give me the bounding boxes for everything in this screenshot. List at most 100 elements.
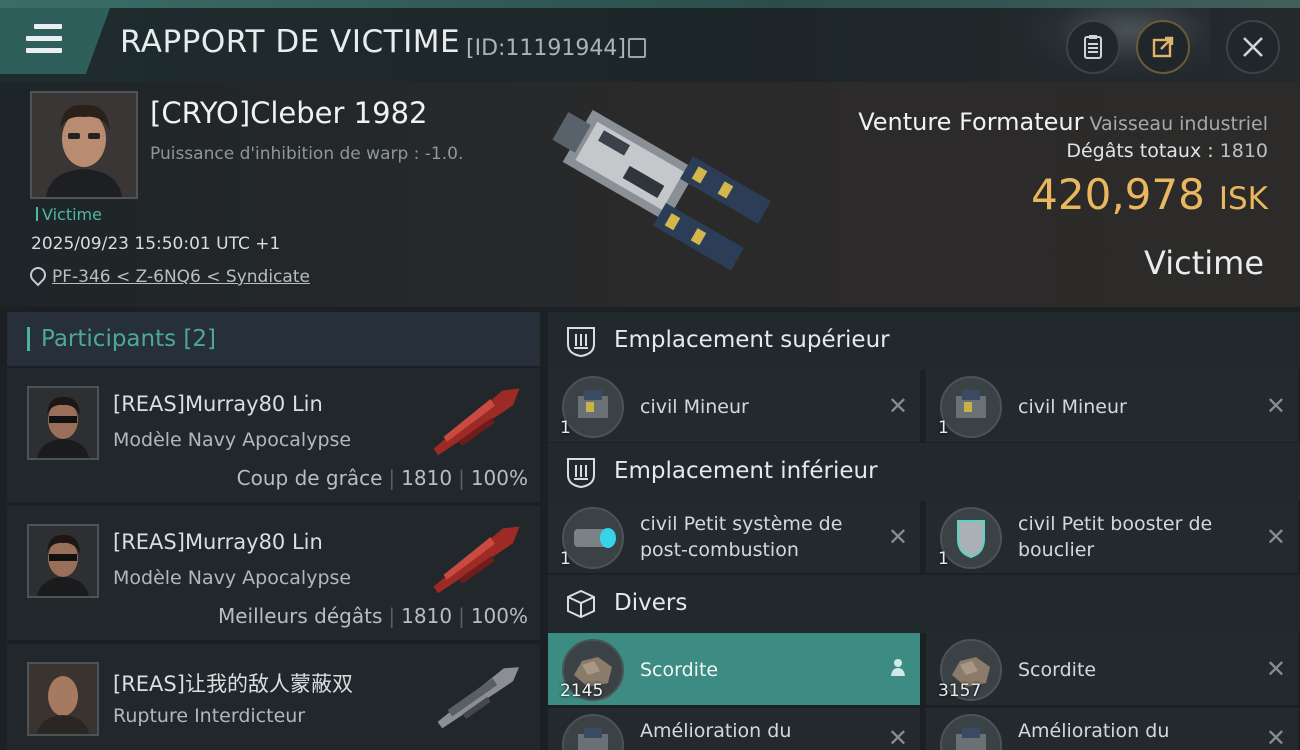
item-name: Amélioration du <box>640 720 792 742</box>
participants-count: [2] <box>183 326 217 352</box>
participant-avatar: i <box>27 662 99 736</box>
item-quantity: 2145 <box>560 681 604 701</box>
stat-damage: 1810 <box>401 604 453 628</box>
item-name: Scordite <box>640 659 719 681</box>
isk-unit: ISK <box>1218 181 1268 217</box>
kill-datetime: 2025/09/23 15:50:01 UTC +1 <box>31 234 281 254</box>
cargo-item[interactable]: 2145 Scordite <box>548 633 920 705</box>
module-thumbnail <box>940 376 1002 438</box>
high-slot-icon <box>567 327 595 358</box>
item-thumbnail <box>940 714 1002 750</box>
kill-location[interactable]: PF-346 < Z-6NQ6 < Syndicate <box>26 263 310 287</box>
participants-label: Participants <box>41 326 177 352</box>
participants-header: Participants [2] <box>7 312 540 366</box>
top-accent-strip <box>0 0 1300 8</box>
close-icon[interactable]: ✕ <box>1266 392 1286 420</box>
participant-ship-image <box>433 526 520 594</box>
participant-stats: Coup de grâce | 1810 | 100% <box>237 466 528 490</box>
participant-row[interactable]: [REAS]Murray80 Lin Modèle Navy Apocalyps… <box>7 506 540 640</box>
isk-amount: 420,978 <box>1031 170 1205 219</box>
victim-status-label: Victime <box>1144 244 1264 282</box>
module-slot[interactable]: 1 civil Petit système de post-combustion … <box>548 501 920 573</box>
menu-button[interactable] <box>0 8 110 74</box>
stat-divider: | <box>388 604 396 628</box>
cargo-item[interactable]: Amélioration du ✕ <box>548 708 920 750</box>
close-button[interactable] <box>1226 20 1280 74</box>
victim-panel: [CRYO]Cleber 1982 Puissance d'inhibition… <box>0 82 1300 307</box>
close-icon <box>1243 37 1263 57</box>
module-thumbnail <box>562 376 624 438</box>
section-title: Emplacement supérieur <box>614 327 890 353</box>
cargo-item[interactable]: Amélioration du ✕ <box>926 708 1298 750</box>
stat-label: Meilleurs dégâts <box>217 604 383 628</box>
stat-percent: 100% <box>470 466 528 490</box>
victim-name[interactable]: [CRYO]Cleber 1982 <box>150 96 427 130</box>
copy-icon[interactable] <box>628 38 646 58</box>
person-icon[interactable] <box>890 657 906 677</box>
module-icon <box>956 728 986 750</box>
close-icon[interactable]: ✕ <box>888 724 908 750</box>
avatar <box>32 93 136 197</box>
module-slot[interactable]: 1 civil Petit booster de bouclier ✕ <box>926 501 1298 573</box>
close-icon[interactable]: ✕ <box>1266 655 1286 683</box>
victim-role-tag: Victime <box>36 205 102 224</box>
module-thumbnail <box>562 507 624 569</box>
participant-name[interactable]: [REAS]Murray80 Lin <box>113 392 323 416</box>
hamburger-icon <box>26 24 62 54</box>
report-id: [ID:11191944] <box>466 36 626 61</box>
stat-label: Coup de grâce <box>236 466 383 490</box>
module-slot[interactable]: 1 civil Mineur ✕ <box>926 370 1298 442</box>
module-name: civil Petit système de post-combustion <box>640 511 842 563</box>
low-slot-icon <box>567 458 595 489</box>
close-icon[interactable]: ✕ <box>888 392 908 420</box>
section-high-slots: Emplacement supérieur <box>548 312 1300 370</box>
participant-stats: Meilleurs dégâts | 1810 | 100% <box>218 604 528 628</box>
module-slot[interactable]: 1 civil Mineur ✕ <box>548 370 920 442</box>
section-title: Divers <box>614 590 688 616</box>
module-quantity: 1 <box>938 549 949 569</box>
damage-value: 1810 <box>1219 140 1268 162</box>
close-icon[interactable]: ✕ <box>888 523 908 551</box>
share-button[interactable] <box>1136 20 1190 74</box>
module-name: civil Petit booster de bouclier <box>1018 511 1212 563</box>
participant-row[interactable]: [REAS]Murray80 Lin Modèle Navy Apocalyps… <box>7 368 540 502</box>
participant-ship: Modèle Navy Apocalypse <box>113 429 352 451</box>
participants-title: Participants [2] <box>41 326 216 352</box>
participant-name[interactable]: [REAS]Murray80 Lin <box>113 530 323 554</box>
page-title: RAPPORT DE VICTIME <box>120 24 461 60</box>
share-icon <box>1152 36 1174 58</box>
module-name-line: post-combustion <box>640 539 799 561</box>
module-name-line: bouclier <box>1018 539 1095 561</box>
ship-name[interactable]: Venture Formateur <box>858 108 1083 136</box>
clipboard-icon <box>1084 35 1102 59</box>
victim-ship-image <box>552 109 771 271</box>
participant-ship: Modèle Navy Apocalypse <box>113 567 352 589</box>
stat-divider: | <box>458 604 465 628</box>
stat-percent: 100% <box>470 604 528 628</box>
clipboard-button[interactable] <box>1066 20 1120 74</box>
location-pin-icon <box>26 263 50 287</box>
module-name: civil Mineur <box>1018 396 1127 418</box>
stat-divider: | <box>388 466 396 490</box>
participant-row[interactable]: i [REAS]让我的敌人蒙蔽双 Rupture Interdicteur <box>7 644 540 750</box>
module-quantity: 1 <box>560 418 571 438</box>
stat-divider: | <box>458 466 465 490</box>
isk-value: 420,978 ISK <box>1031 170 1268 219</box>
location-link[interactable]: PF-346 < Z-6NQ6 < Syndicate <box>52 267 310 287</box>
shield-booster-icon <box>957 520 985 559</box>
afterburner-icon <box>574 528 616 548</box>
section-title: Emplacement inférieur <box>614 458 878 484</box>
cargo-item[interactable]: 3157 Scordite ✕ <box>926 633 1298 705</box>
item-quantity: 3157 <box>938 681 982 701</box>
participant-ship-image <box>437 667 520 729</box>
section-misc: Divers <box>548 575 1300 633</box>
damage-label: Dégâts totaux : <box>1066 140 1214 162</box>
avatar <box>29 664 97 734</box>
close-icon[interactable]: ✕ <box>1266 523 1286 551</box>
victim-portrait[interactable] <box>30 91 138 199</box>
close-icon[interactable]: ✕ <box>1266 724 1286 750</box>
participant-name[interactable]: [REAS]让我的敌人蒙蔽双 <box>113 668 353 698</box>
participant-avatar <box>27 524 99 598</box>
ship-class: Vaisseau industriel <box>1089 113 1269 135</box>
module-name-line: civil Petit système de <box>640 513 843 535</box>
